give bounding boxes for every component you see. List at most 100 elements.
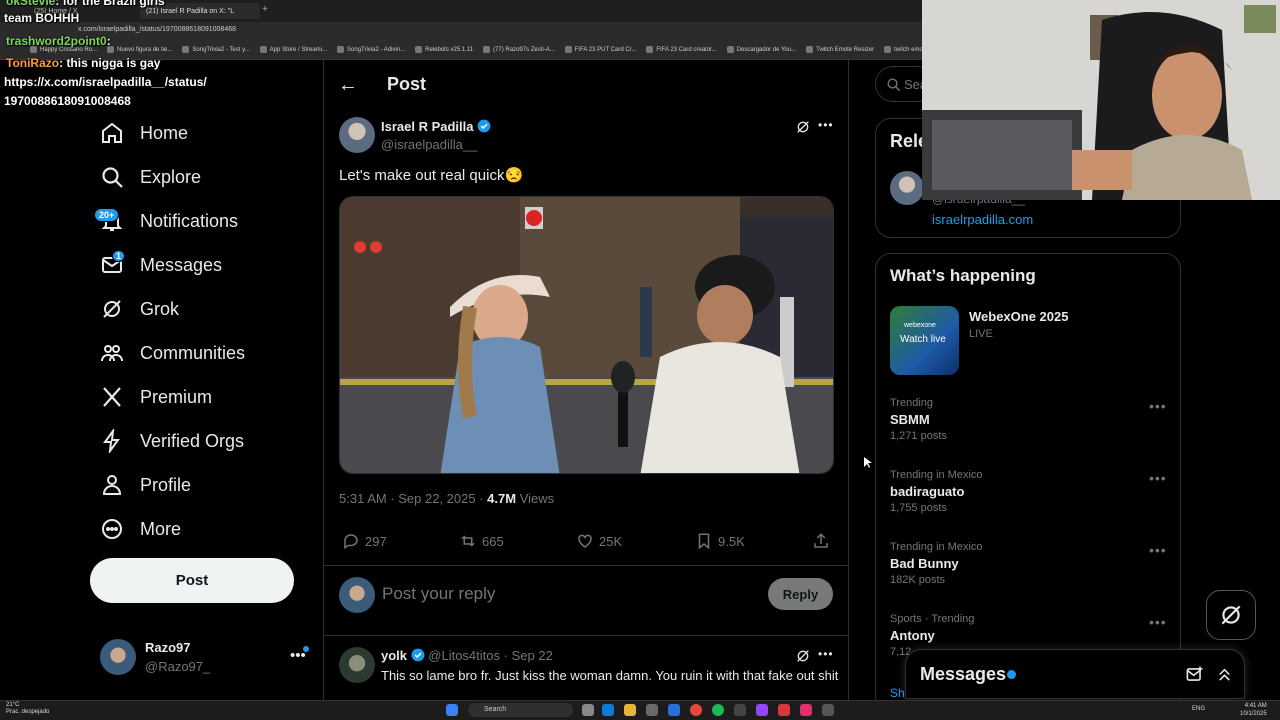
- bookmark-item[interactable]: Nuevo figura de tie...: [107, 46, 172, 53]
- grok-floating-button[interactable]: [1206, 590, 1256, 640]
- app-icon[interactable]: [822, 704, 834, 716]
- grok-icon: [103, 300, 121, 318]
- messages-drawer[interactable]: Messages: [905, 649, 1245, 699]
- bookmark-item[interactable]: Descargador de You...: [726, 46, 796, 53]
- views-count: 4.7M: [487, 491, 517, 506]
- weather-widget[interactable]: 21°C Prac. despejado: [6, 702, 49, 716]
- bookmark-item[interactable]: App Store / Streami...: [259, 46, 328, 53]
- bookmark-favicon-icon: [884, 46, 892, 53]
- bookmark-item[interactable]: twitch emote resize...: [884, 46, 922, 53]
- bookmark-item[interactable]: FIFA 23 PUT Card Cr...: [564, 46, 636, 53]
- sidebar-item-verified-orgs[interactable]: Verified Orgs: [100, 423, 244, 459]
- app-icon[interactable]: [756, 704, 768, 716]
- repost-action[interactable]: 665: [459, 532, 504, 550]
- sidebar-item-explore[interactable]: Explore: [100, 159, 201, 195]
- bookmark-item[interactable]: SongTrivia2 - Test y...: [182, 46, 250, 53]
- home-icon: [102, 122, 122, 143]
- show-more-link[interactable]: Sh: [890, 686, 905, 700]
- sidebar-item-messages[interactable]: 1 Messages: [100, 247, 222, 283]
- more-dots-icon[interactable]: •••: [1149, 614, 1167, 630]
- messages-badge: 1: [112, 250, 126, 262]
- sidebar-item-grok[interactable]: Grok: [100, 291, 179, 327]
- language-indicator[interactable]: ENG: [1192, 706, 1205, 712]
- edge-icon[interactable]: [602, 704, 614, 716]
- reply-count: 297: [365, 533, 387, 549]
- lightning-icon: [103, 429, 120, 453]
- page-title: Post: [387, 74, 427, 94]
- chrome-icon[interactable]: [690, 704, 702, 716]
- reply-author-avatar[interactable]: [339, 647, 375, 683]
- app-icon[interactable]: [668, 704, 680, 716]
- bookmark-item[interactable]: Twitch Emote Resizer: [806, 46, 874, 53]
- reply-action[interactable]: 297: [342, 532, 387, 550]
- share-action[interactable]: [812, 532, 830, 550]
- avatar[interactable]: [890, 171, 924, 205]
- more-dots-icon[interactable]: •••: [1149, 470, 1167, 486]
- event-thumbnail[interactable]: webexone Watch live: [890, 306, 959, 375]
- app-icon[interactable]: [800, 704, 812, 716]
- reply-input[interactable]: Post your reply: [382, 584, 495, 604]
- sidebar-item-notifications[interactable]: 20+ Notifications: [94, 203, 238, 239]
- spotify-icon[interactable]: [712, 704, 724, 716]
- bookmark-favicon-icon: [182, 46, 190, 53]
- trend-item[interactable]: Trending in Mexico Bad Bunny 182K posts: [890, 541, 983, 586]
- bookmark-label: App Store / Streami...: [269, 46, 328, 53]
- sidebar-item-profile[interactable]: Profile: [100, 467, 191, 503]
- like-action[interactable]: 25K: [576, 532, 622, 550]
- store-icon[interactable]: [646, 704, 658, 716]
- taskbar-search[interactable]: Search: [468, 703, 573, 717]
- trend-label: Trending in Mexico: [890, 469, 983, 481]
- more-dots-icon[interactable]: •••: [1149, 542, 1167, 558]
- search-icon: [102, 167, 123, 188]
- more-dots-icon[interactable]: •••: [818, 118, 834, 132]
- reply-header: yolk @Litos4titos · Sep 22: [381, 648, 553, 663]
- event-name[interactable]: WebexOne 2025: [969, 309, 1068, 324]
- sidebar-item-home[interactable]: Home: [100, 115, 188, 151]
- account-switcher[interactable]: Razo97 @Razo97_ •••: [100, 639, 310, 679]
- tweet-video[interactable]: [339, 196, 834, 474]
- trend-label: Trending in Mexico: [890, 541, 983, 553]
- bookmark-icon: [698, 533, 710, 550]
- bookmark-label: FIFA 23 Card creator...: [656, 46, 717, 53]
- new-tab-icon[interactable]: +: [262, 4, 268, 15]
- bookmark-item[interactable]: Relebots v25.1.11: [415, 46, 473, 53]
- more-dots-icon[interactable]: •••: [1149, 398, 1167, 414]
- trend-item[interactable]: Trending SBMM 1,271 posts: [890, 397, 947, 442]
- address-bar[interactable]: x.com/israelpadilla_/status/197008861809…: [0, 22, 922, 40]
- clock[interactable]: 4:41 AM 10/1/2025: [1240, 702, 1267, 718]
- unread-dot: [303, 646, 309, 652]
- bookmark-item[interactable]: SongTrivia2 - Adivin...: [337, 46, 405, 53]
- bookmark-label: twitch emote resize...: [894, 46, 922, 53]
- bookmark-item[interactable]: (77) Razo97s Zesti-A...: [483, 46, 555, 53]
- bookmark-item[interactable]: FIFA 23 Card creator...: [646, 46, 717, 53]
- app-icon[interactable]: [778, 704, 790, 716]
- bookmark-favicon-icon: [415, 46, 423, 53]
- reply-button[interactable]: Reply: [768, 578, 833, 610]
- sidebar-item-more[interactable]: More: [100, 511, 181, 547]
- bookmark-label: SongTrivia2 - Adivin...: [347, 46, 406, 53]
- bookmark-action[interactable]: 9.5K: [695, 532, 745, 550]
- sidebar-item-communities[interactable]: Communities: [100, 335, 245, 371]
- app-icon[interactable]: [734, 704, 746, 716]
- grok-icon[interactable]: [795, 119, 811, 135]
- notification-badge: 20+: [94, 208, 120, 222]
- file-explorer-icon[interactable]: [624, 704, 636, 716]
- grok-icon[interactable]: [795, 648, 811, 664]
- more-dots-icon[interactable]: •••: [818, 647, 834, 661]
- new-message-icon[interactable]: [1185, 665, 1204, 684]
- back-arrow-icon[interactable]: ←: [338, 74, 358, 97]
- taskbar-search-label: Search: [484, 706, 507, 713]
- post-button[interactable]: Post: [90, 558, 294, 603]
- trend-item[interactable]: Trending in Mexico badiraguato 1,755 pos…: [890, 469, 983, 514]
- chevron-up-icon[interactable]: [1215, 665, 1234, 684]
- task-view-icon[interactable]: [582, 704, 594, 716]
- windows-start-icon[interactable]: [446, 704, 458, 716]
- author-avatar[interactable]: [339, 117, 375, 153]
- sidebar-item-premium[interactable]: Premium: [100, 379, 212, 415]
- relevant-link[interactable]: israelrpadilla.com: [932, 212, 1033, 227]
- bookmark-favicon-icon: [483, 46, 491, 53]
- trend-name: Bad Bunny: [890, 556, 959, 571]
- reply-author-name[interactable]: yolk: [381, 648, 407, 663]
- author-name-row[interactable]: Israel R Padilla: [381, 119, 491, 134]
- account-handle: @Razo97_: [145, 659, 211, 674]
